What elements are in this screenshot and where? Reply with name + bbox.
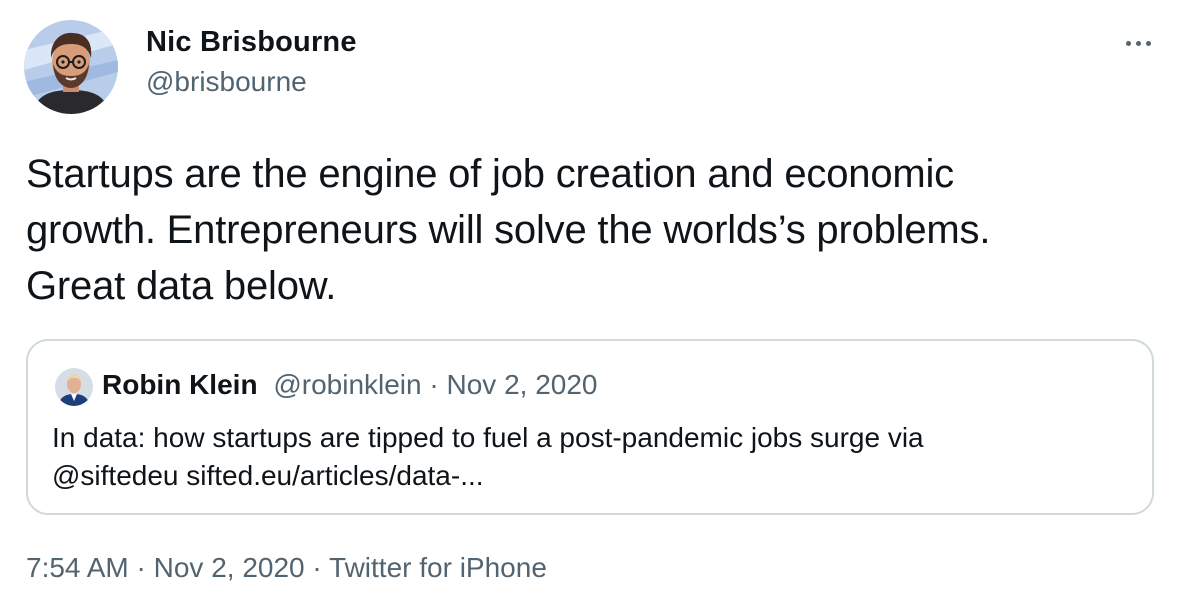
tweet-date[interactable]: Nov 2, 2020	[154, 552, 305, 583]
tweet-text-line: Startups are the engine of job creation …	[26, 152, 954, 196]
quoted-author-handle: @robinklein	[273, 369, 422, 400]
quoted-tweet-header: Robin Klein @robinklein · Nov 2, 2020	[102, 369, 598, 401]
metadata-separator: ·	[128, 552, 154, 583]
quoted-tweet-date: Nov 2, 2020	[446, 369, 598, 400]
quoted-author-display-name: Robin Klein	[102, 369, 258, 400]
tweet-source[interactable]: Twitter for iPhone	[329, 552, 547, 583]
more-horizontal-icon	[1135, 40, 1141, 46]
more-options-button[interactable]	[1118, 28, 1158, 58]
tweet-text-line: Great data below.	[26, 264, 337, 308]
quoted-tweet[interactable]: Robin Klein @robinklein · Nov 2, 2020 In…	[26, 339, 1154, 515]
tweet-time[interactable]: 7:54 AM	[26, 552, 129, 583]
quoted-author-avatar-image	[55, 368, 93, 406]
quoted-meta-separator: ·	[421, 369, 447, 400]
quoted-tweet-text-line: In data: how startups are tipped to fuel…	[52, 422, 924, 453]
tweet-text: Startups are the engine of job creation …	[26, 146, 1146, 314]
more-horizontal-icon	[1145, 40, 1151, 46]
author-display-name[interactable]: Nic Brisbourne	[146, 26, 357, 59]
quoted-tweet-text: In data: how startups are tipped to fuel…	[52, 419, 1132, 495]
tweet-card: Nic Brisbourne @brisbourne Startups are …	[0, 0, 1186, 616]
quoted-author-avatar	[55, 368, 93, 406]
author-avatar-image	[24, 20, 118, 114]
tweet-metadata: 7:54 AM · Nov 2, 2020 · Twitter for iPho…	[26, 552, 547, 584]
metadata-separator: ·	[304, 552, 330, 583]
author-avatar[interactable]	[24, 20, 118, 114]
more-horizontal-icon	[1125, 40, 1131, 46]
tweet-text-line: growth. Entrepreneurs will solve the wor…	[26, 208, 991, 252]
quoted-tweet-text-line: @siftedeu sifted.eu/articles/data-...	[52, 460, 484, 491]
author-handle[interactable]: @brisbourne	[146, 66, 307, 98]
